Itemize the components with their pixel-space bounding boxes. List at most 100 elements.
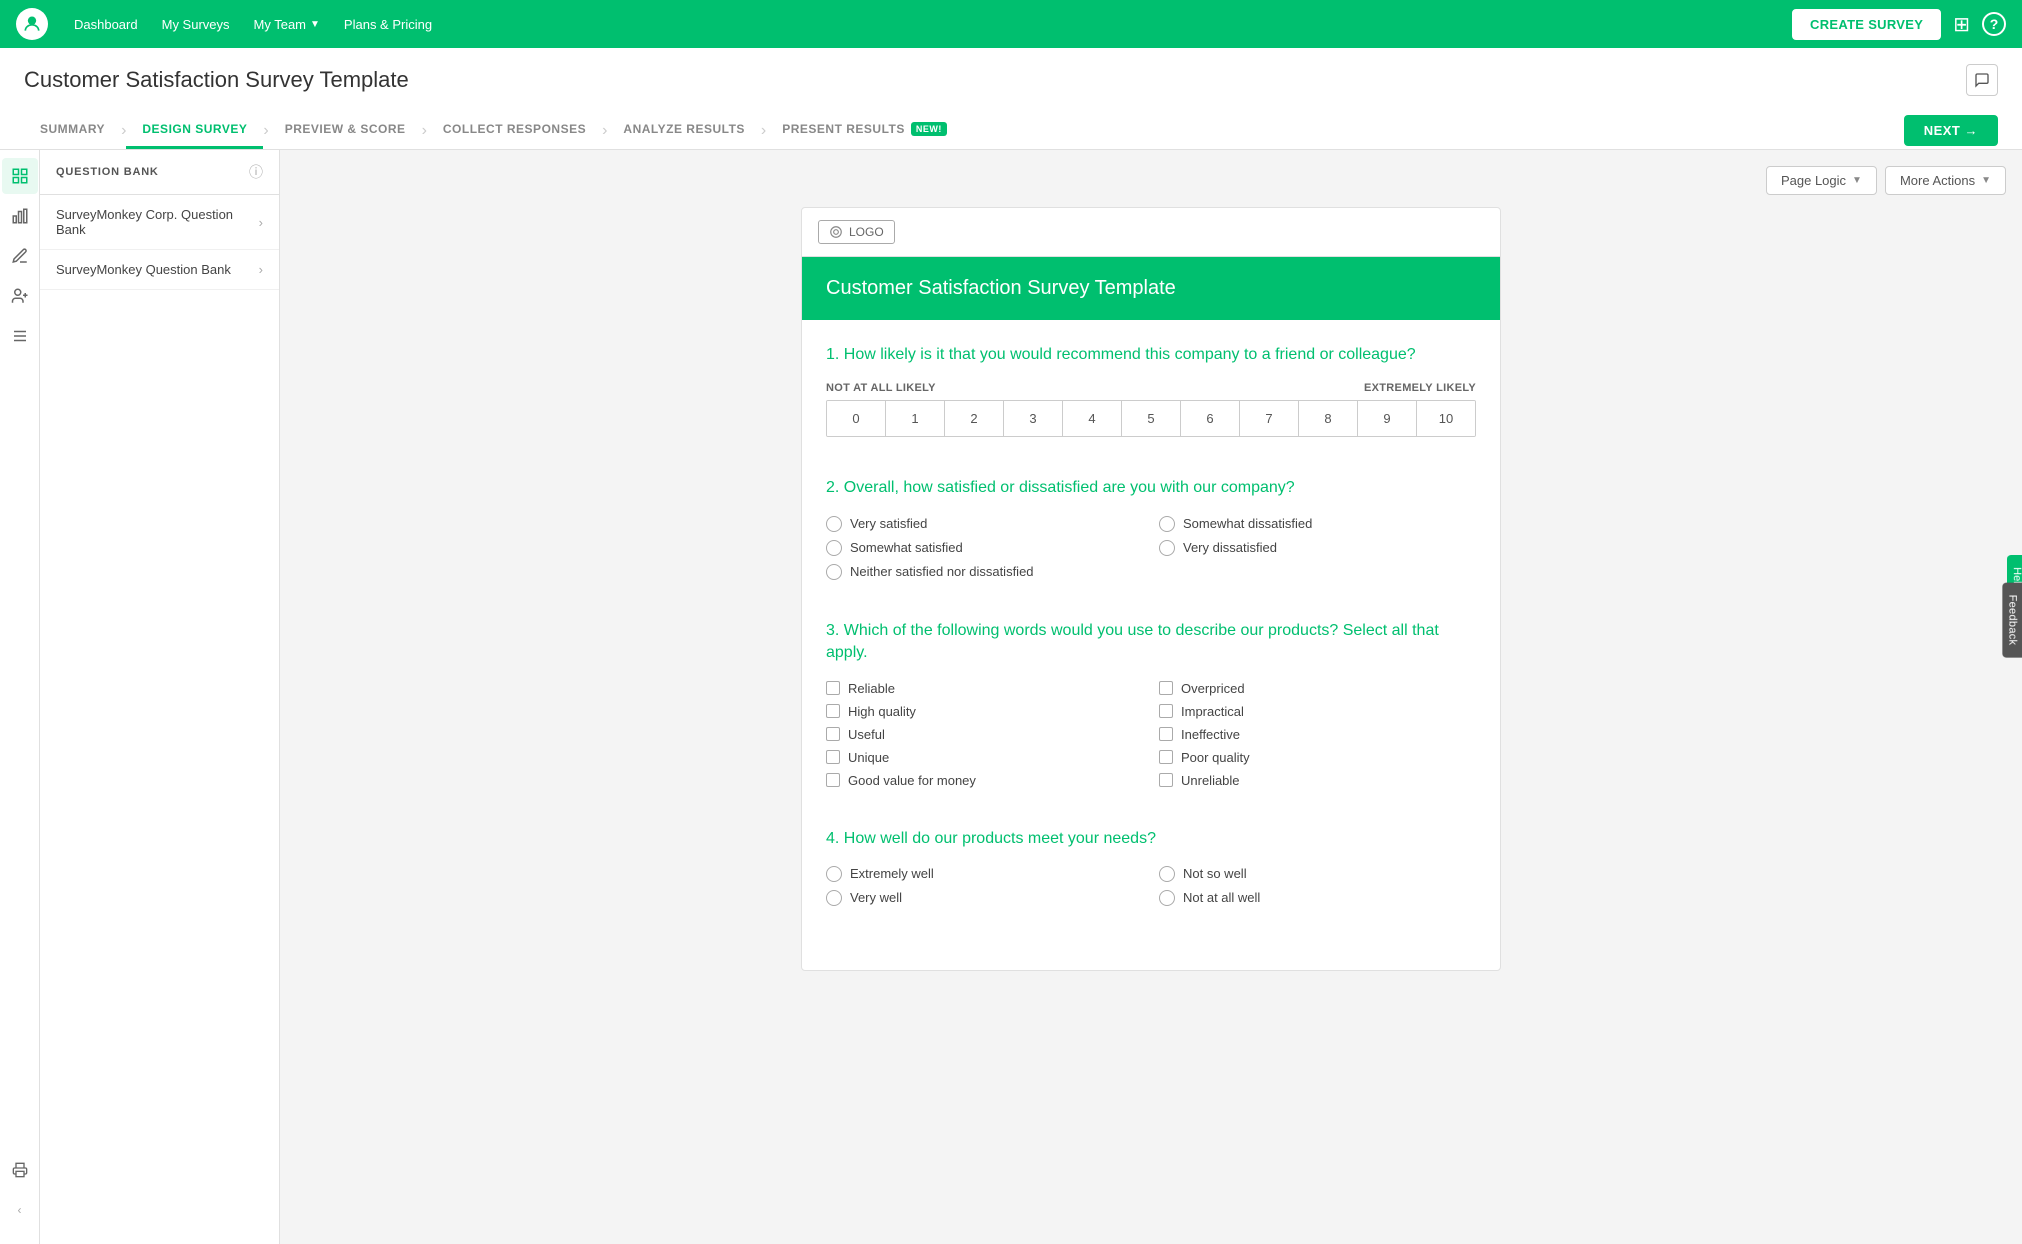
q3-option[interactable]: Ineffective — [1159, 727, 1476, 742]
nps-cell-0[interactable]: 0 — [827, 401, 886, 436]
checkbox-square[interactable] — [1159, 727, 1173, 741]
q3-option[interactable]: Useful — [826, 727, 1143, 742]
nps-cell-5[interactable]: 5 — [1122, 401, 1181, 436]
nps-container: NOT AT ALL LIKELY EXTREMELY LIKELY 01234… — [826, 382, 1476, 437]
sidebar-sliders-btn[interactable] — [2, 318, 38, 354]
sidebar-print-btn[interactable] — [2, 1152, 38, 1188]
logo[interactable] — [16, 8, 48, 40]
radio-circle[interactable] — [1159, 540, 1175, 556]
tab-design-survey[interactable]: DESIGN SURVEY — [126, 112, 263, 149]
page-logic-dropdown-icon: ▼ — [1852, 175, 1862, 186]
tab-preview-score[interactable]: PREVIEW & SCORE — [269, 112, 422, 149]
chat-icon[interactable] — [1966, 64, 1998, 96]
question-bank-item-sm[interactable]: SurveyMonkey Question Bank › — [40, 250, 279, 290]
nav-my-team[interactable]: My Team ▼ — [244, 11, 330, 38]
radio-circle[interactable] — [826, 890, 842, 906]
sidebar-adduser-btn[interactable] — [2, 278, 38, 314]
radio-circle[interactable] — [826, 564, 842, 580]
q2-option[interactable]: Somewhat dissatisfied — [1159, 516, 1476, 532]
survey-logo-placeholder[interactable]: LOGO — [818, 220, 895, 244]
nav-plans-pricing[interactable]: Plans & Pricing — [334, 11, 442, 38]
q2-option[interactable]: Very satisfied — [826, 516, 1143, 532]
tab-analyze-results[interactable]: ANALYZE RESULTS — [607, 112, 761, 149]
survey-toolbar: Page Logic ▼ More Actions ▼ — [296, 166, 2006, 195]
nps-cell-4[interactable]: 4 — [1063, 401, 1122, 436]
question-2-text: 2. Overall, how satisfied or dissatisfie… — [826, 477, 1476, 499]
q4-option[interactable]: Not so well — [1159, 866, 1476, 882]
grid-icon-button[interactable]: ⊞ — [1953, 12, 1970, 37]
survey-logo-bar: LOGO — [802, 208, 1500, 257]
nps-cell-8[interactable]: 8 — [1299, 401, 1358, 436]
q2-option[interactable]: Very dissatisfied — [1159, 540, 1476, 556]
nav-links: Dashboard My Surveys My Team ▼ Plans & P… — [64, 11, 1792, 38]
checkbox-square[interactable] — [826, 773, 840, 787]
nav-dashboard[interactable]: Dashboard — [64, 11, 148, 38]
checkbox-square[interactable] — [1159, 704, 1173, 718]
nps-cell-3[interactable]: 3 — [1004, 401, 1063, 436]
nps-cell-10[interactable]: 10 — [1417, 401, 1475, 436]
q3-option[interactable]: Unique — [826, 750, 1143, 765]
nps-labels: NOT AT ALL LIKELY EXTREMELY LIKELY — [826, 382, 1476, 394]
radio-circle[interactable] — [1159, 866, 1175, 882]
q3-option[interactable]: Poor quality — [1159, 750, 1476, 765]
question-bank-title: QUESTION BANK — [56, 166, 159, 178]
create-survey-button[interactable]: CREATE SURVEY — [1792, 9, 1941, 40]
main-layout: ‹ QUESTION BANK ⓘ SurveyMonkey Corp. Que… — [0, 150, 2022, 1244]
nav-my-surveys[interactable]: My Surveys — [152, 11, 240, 38]
grid-icon: ⊞ — [1953, 12, 1970, 37]
q4-option[interactable]: Very well — [826, 890, 1143, 906]
question-3-text: 3. Which of the following words would yo… — [826, 620, 1476, 665]
next-button[interactable]: NEXT → — [1904, 115, 1998, 146]
icon-sidebar: ‹ — [0, 150, 40, 1244]
nps-cell-1[interactable]: 1 — [886, 401, 945, 436]
more-actions-button[interactable]: More Actions ▼ — [1885, 166, 2006, 195]
question-bank-info-icon[interactable]: ⓘ — [249, 162, 263, 182]
nps-cell-7[interactable]: 7 — [1240, 401, 1299, 436]
page-logic-button[interactable]: Page Logic ▼ — [1766, 166, 1877, 195]
tab-collect-responses[interactable]: COLLECT RESPONSES — [427, 112, 602, 149]
q2-option[interactable]: Somewhat satisfied — [826, 540, 1143, 556]
help-icon: ? — [1982, 12, 2006, 36]
question-1-block: 1. How likely is it that you would recom… — [826, 344, 1476, 437]
radio-circle[interactable] — [1159, 890, 1175, 906]
help-icon-button[interactable]: ? — [1982, 12, 2006, 36]
q4-option[interactable]: Extremely well — [826, 866, 1143, 882]
q3-options: Reliable Overpriced High quality Impractica… — [826, 681, 1476, 788]
feedback-tab[interactable]: Feedback — [2003, 582, 2022, 657]
nps-right-label: EXTREMELY LIKELY — [1364, 382, 1476, 394]
radio-circle[interactable] — [1159, 516, 1175, 532]
question-bank-panel: QUESTION BANK ⓘ SurveyMonkey Corp. Quest… — [40, 150, 280, 1244]
radio-circle[interactable] — [826, 540, 842, 556]
survey-body: 1. How likely is it that you would recom… — [802, 320, 1500, 970]
q3-option[interactable]: Overpriced — [1159, 681, 1476, 696]
radio-circle[interactable] — [826, 866, 842, 882]
q4-option[interactable]: Not at all well — [1159, 890, 1476, 906]
nps-cell-9[interactable]: 9 — [1358, 401, 1417, 436]
q3-option[interactable]: Good value for money — [826, 773, 1143, 788]
tab-present-results[interactable]: PRESENT RESULTS NEW! — [766, 112, 963, 149]
checkbox-square[interactable] — [826, 750, 840, 764]
nps-cell-6[interactable]: 6 — [1181, 401, 1240, 436]
chevron-right-icon: › — [259, 215, 263, 230]
radio-circle[interactable] — [826, 516, 842, 532]
checkbox-square[interactable] — [826, 704, 840, 718]
q3-option[interactable]: Impractical — [1159, 704, 1476, 719]
question-bank-item-corp[interactable]: SurveyMonkey Corp. Question Bank › — [40, 195, 279, 250]
checkbox-square[interactable] — [1159, 750, 1173, 764]
q2-option[interactable]: Neither satisfied nor dissatisfied — [826, 564, 1143, 580]
sidebar-question-bank-btn[interactable] — [2, 158, 38, 194]
q3-option[interactable]: Reliable — [826, 681, 1143, 696]
tab-summary[interactable]: SUMMARY — [24, 112, 121, 149]
nps-cell-2[interactable]: 2 — [945, 401, 1004, 436]
q3-option[interactable]: Unreliable — [1159, 773, 1476, 788]
checkbox-square[interactable] — [1159, 773, 1173, 787]
sidebar-design-btn[interactable] — [2, 238, 38, 274]
nps-scale: 012345678910 — [826, 400, 1476, 437]
icon-sidebar-bottom: ‹ — [2, 1152, 38, 1236]
collapse-sidebar-btn[interactable]: ‹ — [2, 1192, 38, 1228]
q3-option[interactable]: High quality — [826, 704, 1143, 719]
checkbox-square[interactable] — [826, 681, 840, 695]
checkbox-square[interactable] — [826, 727, 840, 741]
checkbox-square[interactable] — [1159, 681, 1173, 695]
sidebar-chart-btn[interactable] — [2, 198, 38, 234]
